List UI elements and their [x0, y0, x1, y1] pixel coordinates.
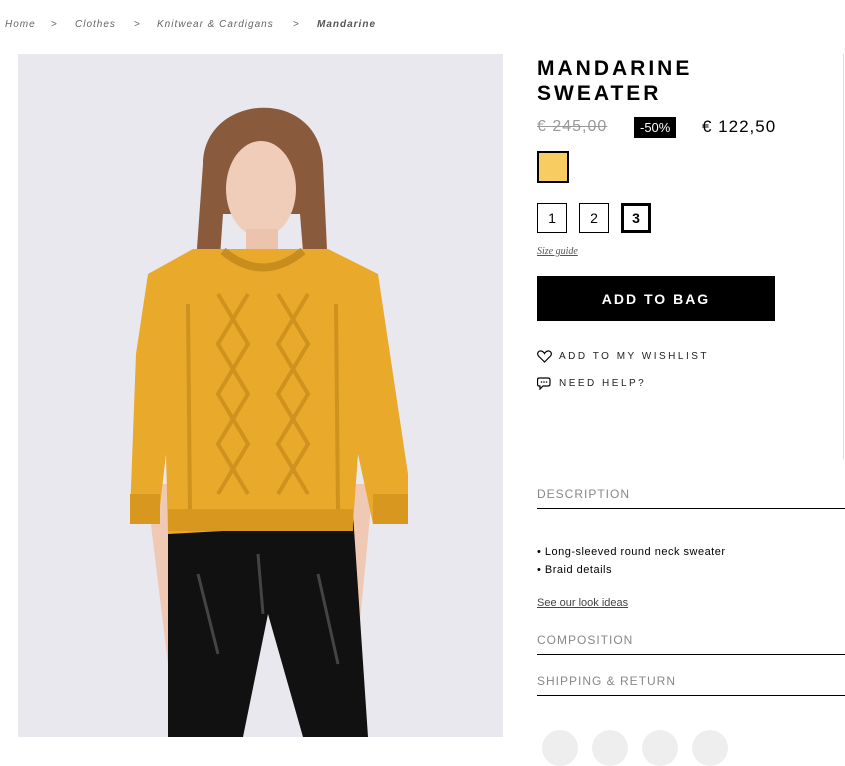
size-option-3[interactable]: 3 — [621, 203, 651, 233]
share-button[interactable] — [542, 730, 578, 766]
accordion-description[interactable]: DESCRIPTION — [537, 487, 845, 509]
need-help-link[interactable]: NEED HELP? — [537, 377, 646, 390]
share-button[interactable] — [592, 730, 628, 766]
product-image[interactable] — [18, 54, 503, 737]
look-ideas-link[interactable]: See our look ideas — [537, 597, 628, 609]
share-button[interactable] — [692, 730, 728, 766]
discount-badge: -50% — [634, 117, 677, 138]
breadcrumb-separator: > — [134, 19, 141, 30]
share-button[interactable] — [642, 730, 678, 766]
breadcrumb-clothes[interactable]: Clothes — [75, 19, 116, 30]
model-illustration — [18, 54, 503, 737]
product-title-line1: MANDARINE — [537, 57, 693, 80]
heart-icon — [537, 350, 552, 363]
divider — [843, 54, 844, 459]
description-item: Long-sleeved round neck sweater — [537, 543, 726, 561]
wishlist-link[interactable]: ADD TO MY WISHLIST — [537, 350, 709, 363]
need-help-label: NEED HELP? — [559, 378, 647, 389]
breadcrumb-knitwear[interactable]: Knitwear & Cardigans — [157, 19, 274, 30]
color-swatch-yellow[interactable] — [537, 151, 569, 183]
accordion-composition[interactable]: COMPOSITION — [537, 633, 845, 655]
size-guide-link[interactable]: Size guide — [537, 246, 578, 257]
description-list: Long-sleeved round neck sweater Braid de… — [537, 543, 726, 579]
breadcrumb-separator: > — [51, 19, 58, 30]
product-title: MANDARINE SWEATER — [537, 56, 692, 106]
sale-price: € 122,50 — [702, 117, 777, 136]
accordion-shipping[interactable]: SHIPPING & RETURN — [537, 674, 845, 696]
breadcrumb-home[interactable]: Home — [5, 19, 36, 30]
wishlist-label: ADD TO MY WISHLIST — [559, 351, 710, 362]
description-item: Braid details — [537, 561, 726, 579]
product-title-line2: SWEATER — [537, 82, 662, 105]
size-option-2[interactable]: 2 — [579, 203, 609, 233]
add-to-bag-button[interactable]: ADD TO BAG — [537, 276, 775, 321]
chat-bubble-icon — [537, 377, 551, 390]
breadcrumb-separator: > — [293, 19, 300, 30]
size-option-1[interactable]: 1 — [537, 203, 567, 233]
old-price: € 245,00 — [537, 118, 608, 135]
breadcrumb-current: Mandarine — [317, 19, 377, 30]
